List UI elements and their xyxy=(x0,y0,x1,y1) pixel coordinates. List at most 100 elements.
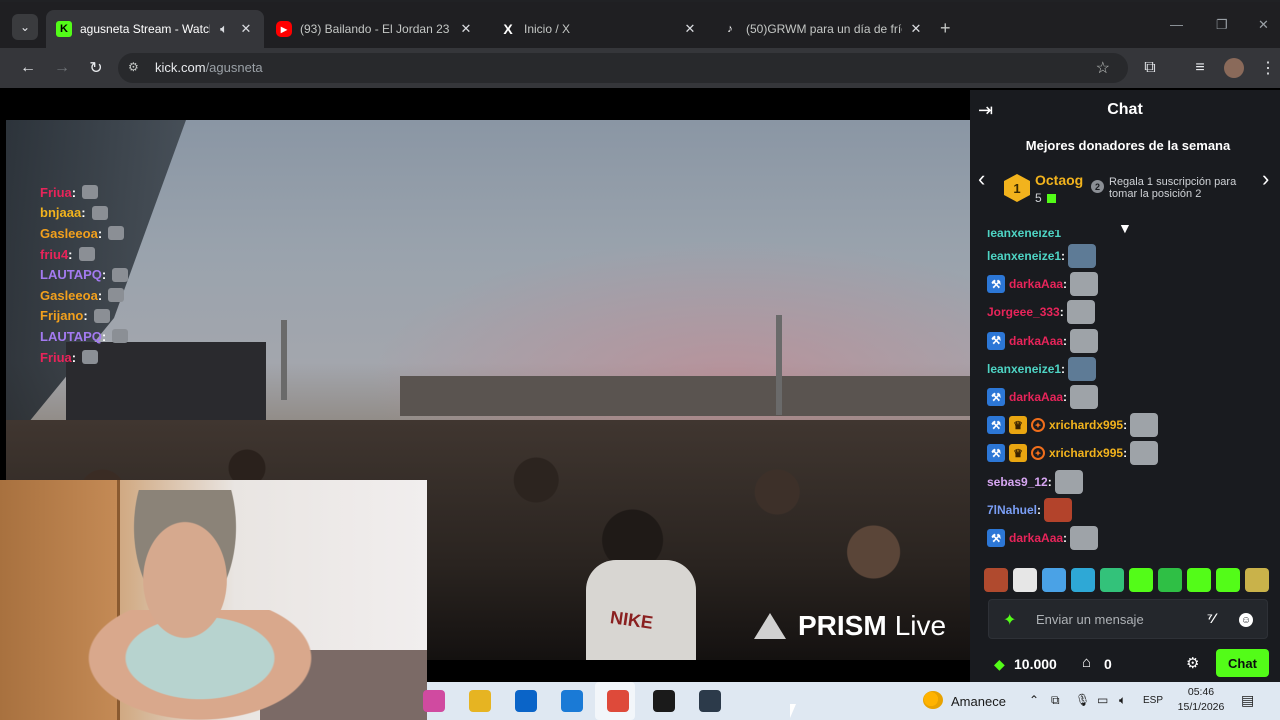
copilot-icon[interactable] xyxy=(423,690,445,712)
cat-emote-icon[interactable] xyxy=(1130,413,1159,438)
chat-username[interactable]: darkaAaa xyxy=(1009,334,1063,348)
tab-x[interactable]: X Inicio / X ✕ xyxy=(490,10,708,48)
microphone-icon[interactable]: 🎙︎ xyxy=(1075,693,1090,707)
forward-arrow-icon[interactable]: → xyxy=(52,58,72,78)
face-emote-icon[interactable] xyxy=(1044,497,1073,522)
chat-username[interactable]: darkaAaa xyxy=(1009,390,1063,404)
weather-icon[interactable] xyxy=(923,691,943,709)
bird-emote-icon[interactable] xyxy=(1068,244,1097,268)
quick-emote-icon[interactable] xyxy=(1216,568,1240,592)
new-tab-button[interactable]: + xyxy=(940,18,951,39)
quick-emote-icon[interactable] xyxy=(984,568,1008,592)
quick-emote-icon[interactable] xyxy=(1158,568,1182,592)
bird-emote-icon[interactable] xyxy=(1068,356,1097,381)
microsoft-store-icon[interactable] xyxy=(515,690,537,712)
speaker-icon[interactable]: 🔈︎ xyxy=(216,21,232,37)
moderator-badge-icon[interactable]: ⚒ xyxy=(987,529,1005,547)
settings-gear-icon[interactable]: ⚙ xyxy=(1186,654,1199,672)
obs-icon[interactable] xyxy=(699,690,721,712)
chevron-right-icon[interactable]: › xyxy=(1262,166,1269,192)
send-chat-button[interactable]: Chat xyxy=(1216,649,1269,677)
close-tab-icon[interactable]: ✕ xyxy=(682,21,698,37)
quick-emote-icon[interactable] xyxy=(1245,568,1269,592)
cat-emote-icon[interactable] xyxy=(1066,300,1095,325)
subscriber-badge-icon[interactable]: ✦ xyxy=(1031,418,1045,433)
tab-title: Inicio / X xyxy=(524,22,571,36)
quick-emote-icon[interactable] xyxy=(1129,568,1153,592)
tab-tiktok[interactable]: ♪ (50)GRWM para un día de frío > ✕ xyxy=(712,10,934,48)
address-bar[interactable]: ⚙ kick.com/agusneta ☆ xyxy=(118,53,1128,83)
network-devices-icon[interactable]: ⧉ xyxy=(1051,693,1060,708)
moderator-badge-icon[interactable]: ⚒ xyxy=(987,444,1005,463)
channel-points[interactable]: 10.000 xyxy=(1014,656,1057,672)
notifications-icon[interactable]: ▤ xyxy=(1241,692,1254,709)
tab-kick[interactable]: K agusneta Stream - Watch L 🔈︎ ✕ xyxy=(46,10,264,48)
chat-username[interactable]: xrichardx995 xyxy=(1049,418,1123,432)
quick-emote-icon[interactable] xyxy=(1187,568,1211,592)
chat-username[interactable]: 7lNahuel xyxy=(987,503,1037,517)
moderator-badge-icon[interactable]: ⚒ xyxy=(987,275,1005,294)
chat-username[interactable]: xrichardx995 xyxy=(1049,446,1123,460)
crown-badge-icon[interactable]: ♛ xyxy=(1009,444,1027,463)
chat-username[interactable]: darkaAaa xyxy=(1009,531,1063,545)
moderator-badge-icon[interactable]: ⚒ xyxy=(987,331,1005,350)
kick-power-icon[interactable]: ⁷⁄ xyxy=(1207,610,1215,626)
reload-icon[interactable]: ↻ xyxy=(86,58,106,78)
chat-username[interactable]: leanxeneize1 xyxy=(987,230,1061,240)
quick-emote-icon[interactable] xyxy=(1013,568,1037,592)
quick-emote-icon[interactable] xyxy=(1071,568,1095,592)
app-icon[interactable] xyxy=(653,690,675,712)
rank-1-medal-icon: 1 xyxy=(1004,174,1030,202)
tab-youtube[interactable]: ▶ (93) Bailando - El Jordan 23 / St ✕ xyxy=(266,10,484,48)
cat-emote-icon[interactable] xyxy=(1070,385,1099,409)
overlay-chat-line: bnjaaa: xyxy=(40,203,128,224)
extensions-icon[interactable]: ⧉ xyxy=(1140,58,1160,78)
chevron-left-icon[interactable]: ‹ xyxy=(978,166,985,192)
close-tab-icon[interactable]: ✕ xyxy=(908,21,924,37)
chat-input[interactable]: ✦ Enviar un mensaje ⁷⁄ ☺ xyxy=(988,599,1268,639)
back-arrow-icon[interactable]: ← xyxy=(18,58,38,78)
cat-emote-icon[interactable] xyxy=(1070,272,1099,297)
chrome-icon[interactable] xyxy=(607,690,629,712)
chat-username[interactable]: darkaAaa xyxy=(1009,277,1063,291)
tab-search-button[interactable]: ⌄ xyxy=(12,14,38,40)
subscriber-badge-icon[interactable]: ✦ xyxy=(1031,446,1045,461)
language-indicator[interactable]: ESP xyxy=(1143,695,1163,706)
moderator-badge-icon[interactable]: ⚒ xyxy=(987,416,1005,435)
cat-emote-icon[interactable] xyxy=(1054,469,1083,494)
bookmark-star-icon[interactable]: ☆ xyxy=(1096,58,1110,78)
outlook-icon[interactable] xyxy=(561,690,583,712)
close-tab-icon[interactable]: ✕ xyxy=(458,21,474,37)
minimize-icon[interactable]: — xyxy=(1170,17,1183,32)
volume-icon[interactable]: 🔈︎ xyxy=(1119,693,1126,708)
chat-username[interactable]: leanxeneize1 xyxy=(987,362,1061,376)
cat-emote-icon[interactable] xyxy=(1070,526,1099,550)
chat-input-placeholder[interactable]: Enviar un mensaje xyxy=(1036,612,1144,627)
emoji-icon[interactable]: ☺ xyxy=(1239,613,1253,627)
chevron-up-icon[interactable]: ⌃ xyxy=(1029,693,1039,707)
gift-icon[interactable]: ⌂ xyxy=(1082,654,1091,671)
file-explorer-icon[interactable] xyxy=(469,690,491,712)
wifi-icon[interactable]: ▭ xyxy=(1097,693,1108,707)
quick-emote-icon[interactable] xyxy=(1100,568,1124,592)
cat-emote-icon[interactable] xyxy=(1130,441,1159,466)
weather-text[interactable]: Amanece xyxy=(951,694,1006,709)
restore-icon[interactable]: ❐ xyxy=(1216,17,1228,33)
media-control-icon[interactable]: ≡ xyxy=(1190,58,1210,78)
chat-username[interactable]: leanxeneize1 xyxy=(987,249,1061,263)
moderator-badge-icon[interactable]: ⚒ xyxy=(987,388,1005,406)
top-donor-name[interactable]: Octaog xyxy=(1035,172,1083,188)
url-text[interactable]: kick.com/agusneta xyxy=(155,60,263,75)
cat-emote-icon[interactable] xyxy=(1070,328,1099,353)
site-info-icon[interactable]: ⚙ xyxy=(128,60,144,76)
close-tab-icon[interactable]: ✕ xyxy=(238,21,254,37)
close-window-icon[interactable]: ✕ xyxy=(1258,17,1269,33)
quick-emote-icon[interactable] xyxy=(1042,568,1066,592)
browser-menu-icon[interactable]: ⋮ xyxy=(1258,58,1278,78)
chat-username[interactable]: Jorgeee_333 xyxy=(987,305,1060,319)
chat-username[interactable]: sebas9_12 xyxy=(987,475,1048,489)
profile-avatar[interactable] xyxy=(1224,58,1244,78)
sparkle-icon[interactable]: ✦ xyxy=(1003,610,1016,630)
system-clock[interactable]: 05:46 15/1/2026 xyxy=(1171,685,1231,715)
crown-badge-icon[interactable]: ♛ xyxy=(1009,416,1027,435)
